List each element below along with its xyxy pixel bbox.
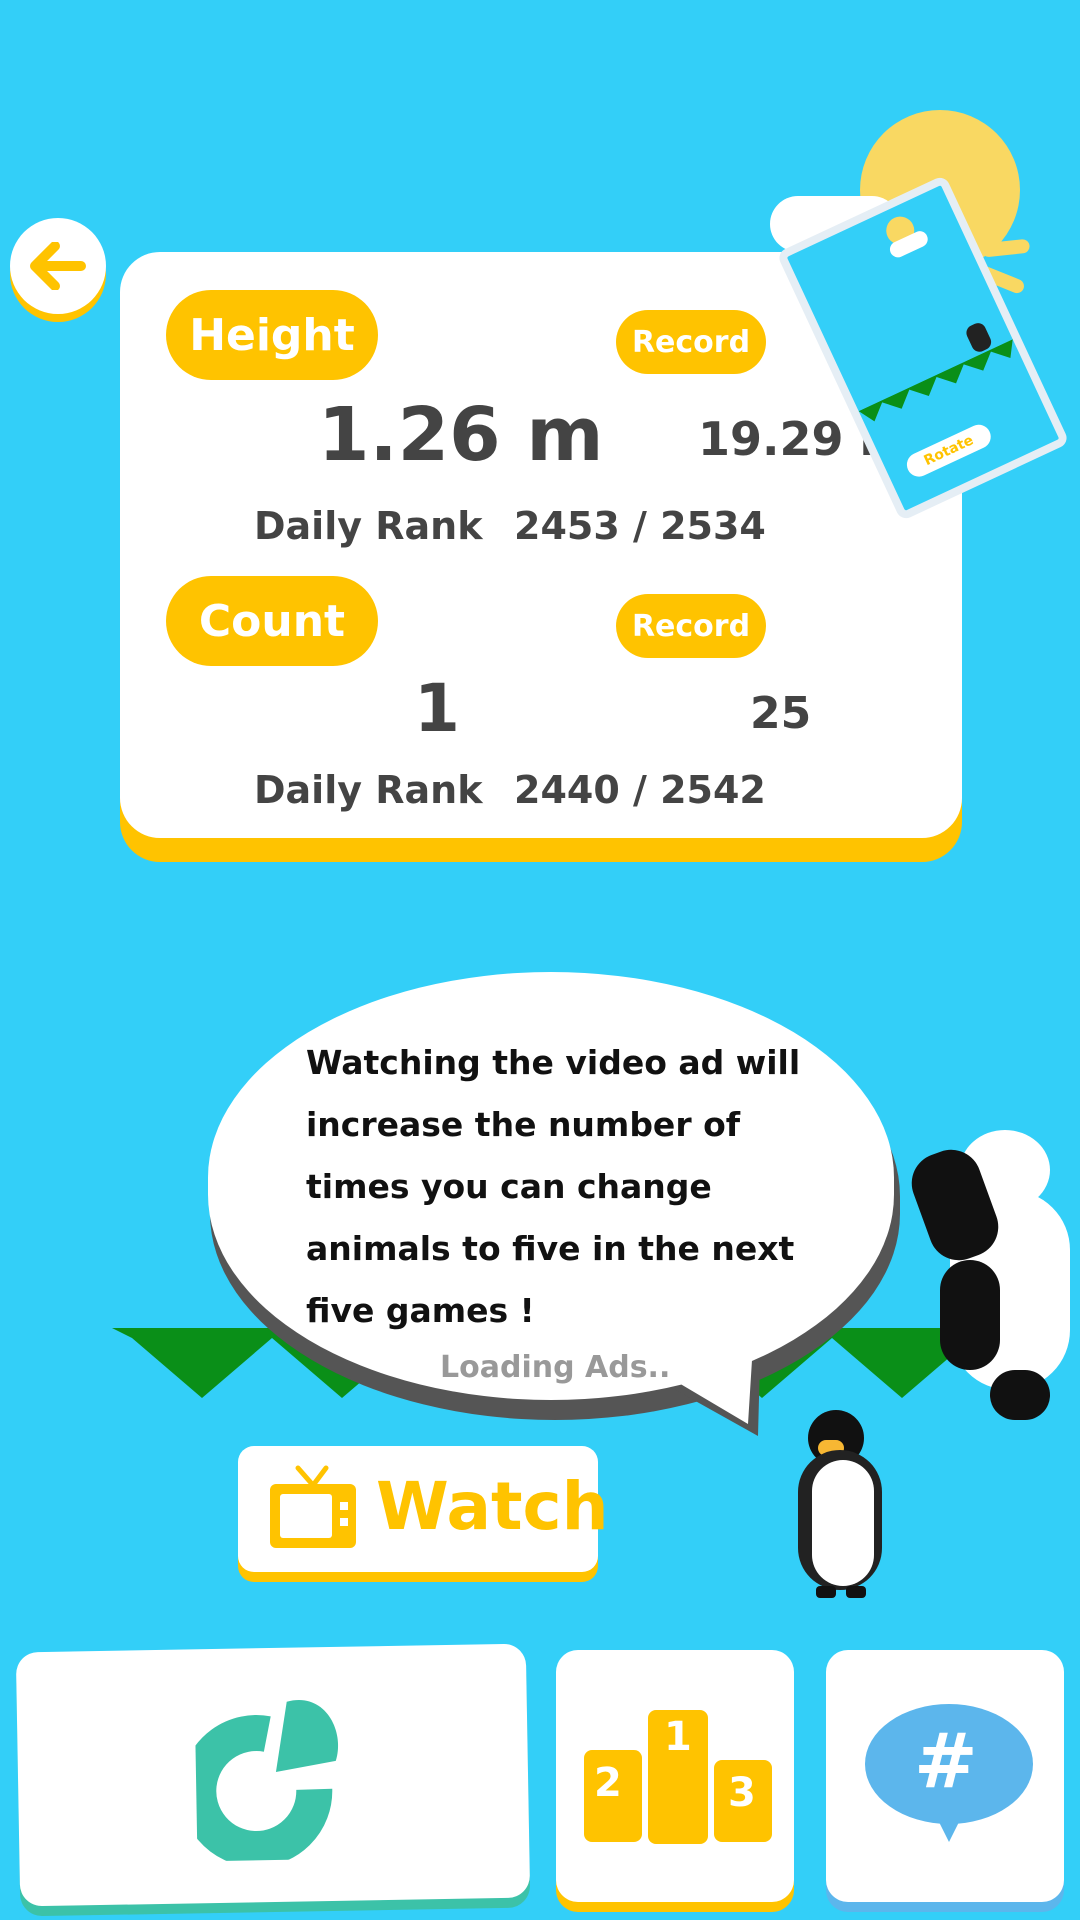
ranking-button[interactable]: 2 1 3 bbox=[556, 1650, 794, 1902]
height-rank-value: 2453 / 2534 bbox=[514, 504, 766, 548]
count-record-value: 25 bbox=[750, 688, 812, 739]
penguin-character bbox=[788, 1410, 908, 1600]
height-value: 1.26 m bbox=[318, 392, 604, 478]
ad-message: Watching the video ad will increase the … bbox=[306, 1043, 801, 1330]
count-record-label: Record bbox=[616, 594, 766, 658]
watch-label: Watch bbox=[376, 1468, 609, 1545]
height-label: Height bbox=[166, 290, 378, 380]
count-rank-value: 2440 / 2542 bbox=[514, 768, 766, 812]
count-value: 1 bbox=[414, 670, 460, 747]
share-button[interactable]: # bbox=[826, 1650, 1064, 1902]
rank-third-label: 3 bbox=[728, 1770, 756, 1816]
rotate-label: Rotate bbox=[921, 432, 977, 470]
restart-icon bbox=[194, 1700, 339, 1862]
arrow-left-icon bbox=[30, 242, 86, 290]
rank-second-label: 2 bbox=[594, 1760, 622, 1806]
count-rank-label: Daily Rank bbox=[254, 768, 483, 812]
mini-rotate-button[interactable]: Rotate bbox=[902, 420, 995, 481]
height-record-label: Record bbox=[616, 310, 766, 374]
count-label: Count bbox=[166, 576, 378, 666]
panda-character bbox=[903, 1110, 1080, 1430]
height-rank-label: Daily Rank bbox=[254, 504, 483, 548]
tv-icon bbox=[270, 1465, 356, 1548]
back-button[interactable] bbox=[10, 218, 106, 314]
rank-first-label: 1 bbox=[664, 1714, 692, 1760]
restart-button[interactable] bbox=[15, 1643, 531, 1907]
watch-ad-button[interactable]: Watch bbox=[238, 1446, 609, 1572]
hashtag-icon: # bbox=[914, 1716, 978, 1805]
mini-grass bbox=[858, 339, 1013, 422]
loading-ads-text: Loading Ads.. bbox=[440, 1350, 671, 1385]
